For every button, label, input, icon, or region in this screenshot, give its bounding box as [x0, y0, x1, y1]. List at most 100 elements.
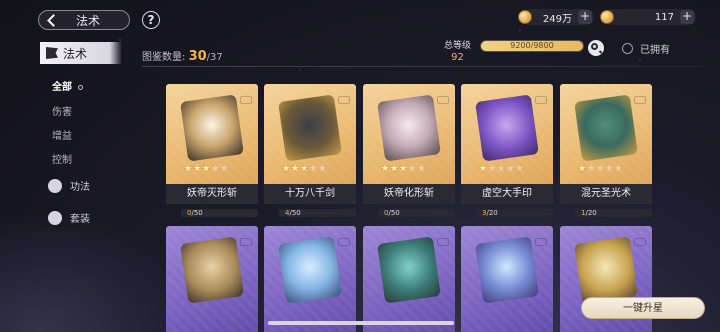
star-icon: ★: [291, 164, 300, 174]
star-icon: ★: [488, 164, 497, 174]
tab-spells-label: 法术: [63, 46, 88, 61]
fragment-progress: 0/50: [166, 207, 258, 219]
spell-art: [278, 236, 342, 304]
spell-art: [377, 236, 441, 304]
spell-art: [475, 94, 539, 162]
star-icon: ★: [506, 164, 515, 174]
star-icon: ★: [193, 164, 202, 174]
upgrade-all-button[interactable]: 一键升星: [581, 297, 705, 319]
total-level: 总等级 92: [444, 38, 471, 63]
fragment-progress: 0/50: [363, 207, 455, 219]
tab-techniques-label: 功法: [70, 182, 90, 193]
fragment-progress: 4/50: [264, 207, 356, 219]
star-rating: ★ ★ ★ ★ ★: [479, 164, 523, 174]
page-title: 法术: [76, 13, 101, 28]
fragment-bar: 0/50: [378, 209, 455, 217]
spell-card[interactable]: ★ ★ ★ ★ ★ 十万八千剑 4/50: [264, 84, 356, 219]
spell-card[interactable]: [166, 226, 258, 332]
help-icon: ?: [147, 13, 155, 27]
collection-total: /37: [206, 52, 223, 63]
chevron-left-icon: [47, 13, 60, 27]
sidebar-item-label: 增益: [52, 131, 72, 142]
card-frame: ★ ★ ★ ★ ★ 虚空大手印: [461, 84, 553, 204]
spell-card[interactable]: ★ ★ ★ ★ ★ 妖帝灭形斩 0/50: [166, 84, 258, 219]
gold-coin-icon: [518, 10, 532, 24]
fragment-progress: 1/20: [560, 207, 652, 219]
home-indicator: [268, 321, 454, 325]
spirit-coin-icon: [600, 10, 614, 24]
star-icon: ★: [282, 164, 291, 174]
search-button[interactable]: [588, 40, 604, 56]
search-icon: [591, 43, 598, 50]
spell-art: [180, 236, 244, 304]
star-icon: ★: [417, 164, 426, 174]
card-frame: ★ ★ ★ ★ ★ 妖帝化形斩: [363, 84, 455, 204]
star-icon: ★: [578, 164, 587, 174]
fragment-icon: [461, 208, 472, 219]
card-tag-icon: [338, 96, 350, 104]
sidebar-item-damage[interactable]: 伤害: [52, 103, 72, 118]
sidebar-item-label: 全部: [52, 82, 72, 93]
fragment-bar: 1/20: [575, 209, 652, 217]
star-icon: ★: [390, 164, 399, 174]
spell-card[interactable]: [461, 226, 553, 332]
sidebar-item-control[interactable]: 控制: [52, 151, 72, 166]
star-icon: ★: [408, 164, 417, 174]
star-icon: ★: [479, 164, 488, 174]
owned-checkbox[interactable]: [622, 43, 633, 54]
tab-techniques[interactable]: 功法: [48, 178, 90, 193]
spell-art: [278, 94, 342, 162]
card-tag-icon: [634, 238, 646, 246]
star-icon: ★: [202, 164, 211, 174]
spell-card[interactable]: ★ ★ ★ ★ ★ 虚空大手印 3/20: [461, 84, 553, 219]
star-rating: ★ ★ ★ ★ ★: [381, 164, 425, 174]
spell-art: [377, 94, 441, 162]
spell-card[interactable]: ★ ★ ★ ★ ★ 混元圣光术 1/20: [560, 84, 652, 219]
star-icon: ★: [587, 164, 596, 174]
star-icon: ★: [318, 164, 327, 174]
sidebar-item-all[interactable]: 全部: [52, 78, 83, 93]
gold-resource: 249万 +: [518, 9, 594, 25]
collection-count: 图鉴数量: 30/37: [142, 48, 223, 64]
add-gold-button[interactable]: +: [578, 10, 592, 24]
tab-sets[interactable]: 套装: [48, 210, 90, 225]
spell-name: 十万八千剑: [264, 184, 356, 204]
level-exp-bar: 9200/9800: [480, 40, 584, 52]
spell-name: 混元圣光术: [560, 184, 652, 204]
star-icon: ★: [515, 164, 524, 174]
flag-icon: [46, 47, 58, 59]
star-icon: ★: [211, 164, 220, 174]
star-rating: ★ ★ ★ ★ ★: [578, 164, 622, 174]
spell-art: [574, 236, 638, 304]
card-frame: [166, 226, 258, 332]
spell-name: 妖帝化形斩: [363, 184, 455, 204]
card-frame: [264, 226, 356, 332]
total-level-value: 92: [451, 52, 464, 63]
card-tag-icon: [338, 238, 350, 246]
back-button[interactable]: 法术: [38, 10, 130, 30]
spell-art: [475, 236, 539, 304]
add-spirit-button[interactable]: +: [680, 10, 694, 24]
fragment-max: /50: [388, 209, 400, 217]
spirit-resource: 117 +: [600, 9, 696, 25]
star-icon: ★: [497, 164, 506, 174]
spell-card[interactable]: ★ ★ ★ ★ ★ 妖帝化形斩 0/50: [363, 84, 455, 219]
spell-art: [180, 94, 244, 162]
spell-name: 妖帝灭形斩: [166, 184, 258, 204]
star-icon: ★: [381, 164, 390, 174]
star-rating: ★ ★ ★ ★ ★: [282, 164, 326, 174]
fragment-progress: 3/20: [461, 207, 553, 219]
spell-card[interactable]: [264, 226, 356, 332]
owned-filter-toggle[interactable]: 已拥有: [622, 41, 670, 56]
tab-spells[interactable]: 法术: [40, 42, 122, 64]
help-button[interactable]: ?: [142, 11, 160, 29]
fragment-max: /20: [585, 209, 597, 217]
spell-card[interactable]: [363, 226, 455, 332]
set-icon: [48, 210, 62, 225]
fragment-icon: [560, 208, 571, 219]
star-icon: ★: [399, 164, 408, 174]
card-tag-icon: [535, 238, 547, 246]
spell-name: 虚空大手印: [461, 184, 553, 204]
star-icon: ★: [300, 164, 309, 174]
sidebar-item-buff[interactable]: 增益: [52, 127, 72, 142]
